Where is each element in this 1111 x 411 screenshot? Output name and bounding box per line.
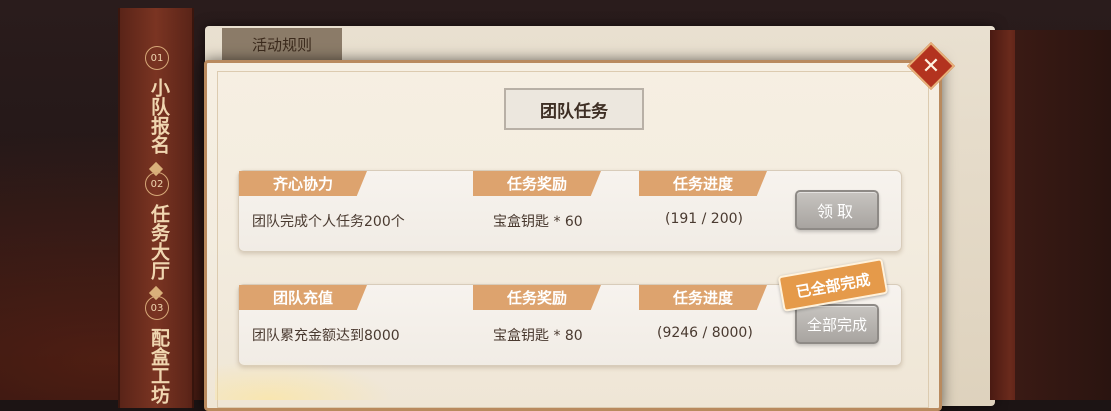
task-description: 团队完成个人任务200个 bbox=[252, 214, 405, 230]
close-icon[interactable]: ✕ bbox=[914, 49, 948, 83]
right-panel-edge bbox=[1015, 30, 1111, 400]
tab-activity-rules[interactable]: 活动规则 bbox=[222, 28, 342, 60]
side-tab-box-workshop[interactable]: 配盒工坊 bbox=[142, 322, 170, 410]
task-name: 团队充值 bbox=[239, 285, 367, 310]
progress-header: 任务进度 bbox=[639, 171, 767, 196]
side-tab-task-hall[interactable]: 任务大厅 bbox=[142, 198, 170, 286]
all-complete-button[interactable]: 全部完成 bbox=[795, 304, 879, 344]
decorative-glow bbox=[215, 360, 395, 400]
reward-header: 任务奖励 bbox=[473, 171, 601, 196]
task-progress: (9246 / 8000) bbox=[657, 325, 753, 341]
task-name: 齐心协力 bbox=[239, 171, 367, 196]
task-reward: 宝盒钥匙 * 80 bbox=[493, 328, 583, 344]
claim-button[interactable]: 领取 bbox=[795, 190, 879, 230]
task-description: 团队累充金额达到8000 bbox=[252, 328, 400, 344]
side-tab-team-signup[interactable]: 小队报名 bbox=[142, 72, 170, 160]
task-reward: 宝盒钥匙 * 60 bbox=[493, 214, 583, 230]
tab-number-2: 02 bbox=[145, 172, 169, 196]
side-tab-scroll: 01 小队报名 02 任务大厅 03 配盒工坊 bbox=[118, 8, 194, 408]
progress-header: 任务进度 bbox=[639, 285, 767, 310]
tab-number-3: 03 bbox=[145, 296, 169, 320]
task-card-1: 齐心协力 任务奖励 任务进度 团队完成个人任务200个 宝盒钥匙 * 60 (1… bbox=[238, 170, 902, 252]
task-progress: (191 / 200) bbox=[665, 211, 743, 227]
reward-header: 任务奖励 bbox=[473, 285, 601, 310]
dialog-title: 团队任务 bbox=[504, 88, 644, 130]
tab-number-1: 01 bbox=[145, 46, 169, 70]
